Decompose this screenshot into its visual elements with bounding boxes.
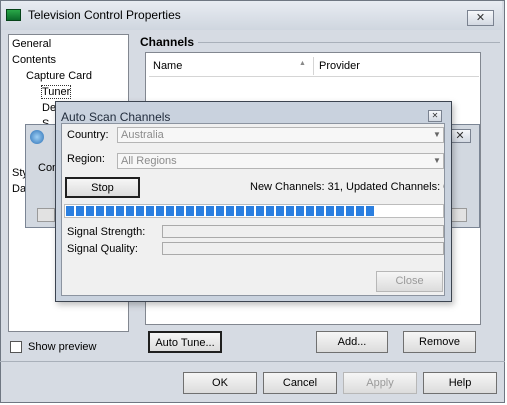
progress-block <box>216 206 224 216</box>
signal-quality-meter <box>162 242 444 255</box>
list-header <box>149 56 479 77</box>
close-icon: ✕ <box>431 111 439 120</box>
cancel-button[interactable]: Cancel <box>263 372 337 394</box>
help-button[interactable]: Help <box>423 372 497 394</box>
column-header-name[interactable]: Name <box>153 60 182 72</box>
auto-scan-close-button[interactable]: ✕ <box>428 110 442 122</box>
progress-block <box>356 206 364 216</box>
scan-progress-bar <box>64 204 444 218</box>
progress-block <box>296 206 304 216</box>
country-label: Country: <box>67 129 109 141</box>
tree-item-tuner[interactable]: Tuner <box>40 85 72 99</box>
sort-ascending-icon: ▲ <box>299 60 306 67</box>
column-separator[interactable] <box>313 57 314 75</box>
progress-block <box>306 206 314 216</box>
progress-block <box>146 206 154 216</box>
region-label: Region: <box>67 153 105 165</box>
section-divider <box>198 42 500 43</box>
tree-item-general[interactable]: General <box>12 38 51 50</box>
stop-button[interactable]: Stop <box>65 177 140 198</box>
progress-block <box>186 206 194 216</box>
progress-block <box>166 206 174 216</box>
progress-block <box>106 206 114 216</box>
close-dialog-button[interactable]: Close <box>376 271 443 292</box>
show-preview-label: Show preview <box>28 341 97 353</box>
progress-block <box>316 206 324 216</box>
progress-block <box>156 206 164 216</box>
background-button[interactable] <box>37 208 55 222</box>
close-icon: ✕ <box>455 130 465 142</box>
progress-block <box>326 206 334 216</box>
tree-item-capture-card[interactable]: Capture Card <box>26 70 92 82</box>
close-icon: ✕ <box>475 12 486 24</box>
region-select[interactable]: All Regions ▼ <box>117 153 444 169</box>
auto-scan-title: Auto Scan Channels <box>61 110 171 124</box>
progress-block <box>276 206 284 216</box>
footer-divider <box>0 361 505 362</box>
progress-block <box>246 206 254 216</box>
tree-item-partial[interactable]: Da <box>12 183 26 195</box>
progress-block <box>266 206 274 216</box>
section-title: Channels <box>140 35 195 49</box>
progress-block <box>366 206 374 216</box>
remove-button[interactable]: Remove <box>403 331 476 353</box>
progress-block <box>66 206 74 216</box>
column-header-provider[interactable]: Provider <box>319 60 360 72</box>
progress-block <box>226 206 234 216</box>
apply-button[interactable]: Apply <box>343 372 417 394</box>
gear-icon <box>30 130 44 144</box>
region-value: All Regions <box>121 155 177 167</box>
tree-item-partial[interactable]: De <box>42 102 56 114</box>
progress-block <box>336 206 344 216</box>
progress-block <box>196 206 204 216</box>
chevron-down-icon: ▼ <box>433 156 441 165</box>
tree-item-contents[interactable]: Contents <box>12 54 56 66</box>
country-select[interactable]: Australia ▼ <box>117 127 444 143</box>
close-button[interactable]: ✕ <box>467 10 494 26</box>
signal-quality-label: Signal Quality: <box>67 243 138 255</box>
progress-block <box>176 206 184 216</box>
country-value: Australia <box>121 129 164 141</box>
progress-block <box>116 206 124 216</box>
progress-block <box>206 206 214 216</box>
show-preview-checkbox[interactable] <box>10 341 22 353</box>
chevron-down-icon: ▼ <box>433 130 441 139</box>
progress-fill <box>66 206 374 216</box>
signal-strength-label: Signal Strength: <box>67 226 146 238</box>
scan-status: New Channels: 31, Updated Channels: 0 <box>250 181 444 193</box>
auto-tune-button[interactable]: Auto Tune... <box>148 331 222 353</box>
background-dialog-close-button[interactable]: ✕ <box>449 129 471 143</box>
ok-button[interactable]: OK <box>183 372 257 394</box>
progress-block <box>236 206 244 216</box>
progress-block <box>96 206 104 216</box>
add-button[interactable]: Add... <box>316 331 388 353</box>
progress-block <box>256 206 264 216</box>
progress-block <box>346 206 354 216</box>
progress-block <box>136 206 144 216</box>
tv-icon <box>6 9 21 21</box>
progress-block <box>76 206 84 216</box>
signal-strength-meter <box>162 225 444 238</box>
window-title: Television Control Properties <box>28 8 181 22</box>
progress-block <box>286 206 294 216</box>
progress-block <box>86 206 94 216</box>
progress-block <box>126 206 134 216</box>
